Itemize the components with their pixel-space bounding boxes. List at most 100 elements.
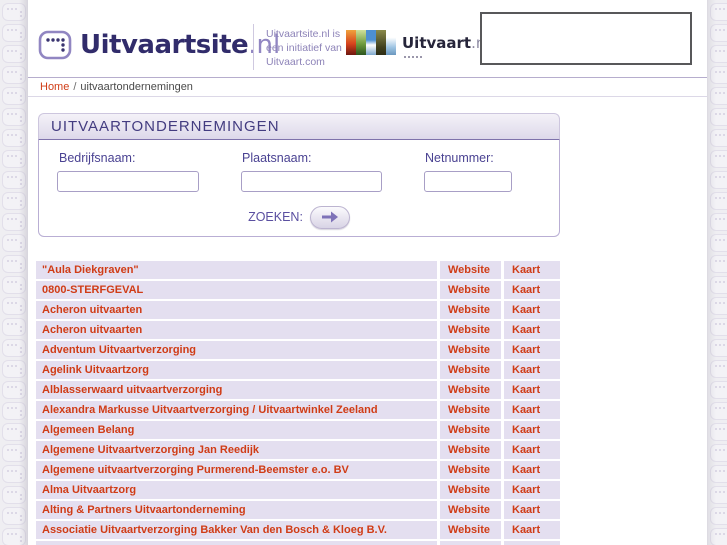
- company-row: Adventum Uitvaartverzorging Website Kaart: [36, 341, 560, 359]
- name-cell: Acheron uitvaarten: [36, 321, 437, 339]
- name-cell: Alblasserwaard uitvaartverzorging: [36, 381, 437, 399]
- pattern-tile: [710, 276, 727, 294]
- website-link[interactable]: Website: [448, 304, 490, 316]
- ad-banner-slot[interactable]: [480, 12, 692, 65]
- pattern-tile: [2, 129, 26, 147]
- website-link[interactable]: Website: [448, 424, 490, 436]
- pattern-tile: [710, 24, 727, 42]
- breadcrumb-separator: /: [73, 81, 77, 93]
- kaart-link[interactable]: Kaart: [512, 484, 540, 496]
- kaart-link[interactable]: Kaart: [512, 304, 540, 316]
- kaart-link[interactable]: Kaart: [512, 284, 540, 296]
- name-cell: Acheron uitvaarten: [36, 301, 437, 319]
- kaart-link[interactable]: Kaart: [512, 324, 540, 336]
- pattern-tile: [2, 360, 26, 378]
- website-link[interactable]: Website: [448, 524, 490, 536]
- company-name-link[interactable]: Acheron uitvaarten: [42, 324, 142, 336]
- company-row: Acheron uitvaarten Website Kaart: [36, 321, 560, 339]
- company-name-link[interactable]: Alting & Partners Uitvaartonderneming: [42, 504, 246, 516]
- website-cell: Website: [440, 461, 501, 479]
- kaart-cell: Kaart: [504, 301, 560, 319]
- name-cell: Alting & Partners Uitvaartonderneming: [36, 501, 437, 519]
- kaart-link[interactable]: Kaart: [512, 364, 540, 376]
- website-link[interactable]: Website: [448, 484, 490, 496]
- company-row: 0800-STERFGEVAL Website Kaart: [36, 281, 560, 299]
- kaart-cell: Kaart: [504, 461, 560, 479]
- breadcrumb-home-link[interactable]: Home: [40, 81, 69, 93]
- netnummer-input[interactable]: [424, 171, 512, 192]
- name-cell: 0800-STERFGEVAL: [36, 281, 437, 299]
- company-name-link[interactable]: Acheron uitvaarten: [42, 304, 142, 316]
- kaart-link[interactable]: Kaart: [512, 264, 540, 276]
- zoeken-label: ZOEKEN:: [248, 210, 303, 224]
- website-link[interactable]: Website: [448, 504, 490, 516]
- pattern-tile: [2, 87, 26, 105]
- pattern-tile: [710, 528, 727, 545]
- uitvaartsite-logo[interactable]: Uitvaartsite .nl: [38, 30, 280, 60]
- pattern-tile: [710, 318, 727, 336]
- kaart-link[interactable]: Kaart: [512, 404, 540, 416]
- company-row: Algemene uitvaartverzorging Purmerend-Be…: [36, 461, 560, 479]
- company-name-link[interactable]: Algemene Uitvaartverzorging Jan Reedijk: [42, 444, 259, 456]
- kaart-link[interactable]: Kaart: [512, 504, 540, 516]
- kaart-link[interactable]: Kaart: [512, 344, 540, 356]
- company-name-link[interactable]: 0800-STERFGEVAL: [42, 284, 143, 296]
- kaart-link[interactable]: Kaart: [512, 444, 540, 456]
- company-row: Algemene Uitvaartverzorging Jan Reedijk W…: [36, 441, 560, 459]
- company-name-link[interactable]: Algemeen Belang: [42, 424, 134, 436]
- pattern-tile: [2, 3, 26, 21]
- website-link[interactable]: Website: [448, 284, 490, 296]
- company-row: Alblasserwaard uitvaartverzorging Website…: [36, 381, 560, 399]
- pattern-tile: [710, 297, 727, 315]
- website-cell: Website: [440, 421, 501, 439]
- website-cell: Website: [440, 361, 501, 379]
- pattern-tile: [710, 87, 727, 105]
- kaart-link[interactable]: Kaart: [512, 464, 540, 476]
- kaart-link[interactable]: Kaart: [512, 524, 540, 536]
- website-cell: Website: [440, 401, 501, 419]
- kaart-link[interactable]: Kaart: [512, 424, 540, 436]
- kaart-cell: Kaart: [504, 501, 560, 519]
- name-cell: Associatie Uitvaartverzorging Bakker Van…: [36, 521, 437, 539]
- uitvaart-nl-logo[interactable]: Uitvaart.nl: [346, 30, 490, 58]
- company-name-link[interactable]: Alma Uitvaartzorg: [42, 484, 136, 496]
- initiative-line: Uitvaart.com: [266, 56, 325, 68]
- pattern-tile: [2, 507, 26, 525]
- pattern-tile: [710, 66, 727, 84]
- website-link[interactable]: Website: [448, 404, 490, 416]
- company-name-link[interactable]: Alblasserwaard uitvaartverzorging: [42, 384, 222, 396]
- kaart-link[interactable]: Kaart: [512, 384, 540, 396]
- pattern-tile: [710, 129, 727, 147]
- pattern-tile: [710, 486, 727, 504]
- website-link[interactable]: Website: [448, 264, 490, 276]
- company-name-link[interactable]: Algemene uitvaartverzorging Purmerend-Be…: [42, 464, 349, 476]
- pattern-tile: [710, 45, 727, 63]
- plaatsnaam-label: Plaatsnaam:: [242, 151, 312, 165]
- bedrijfsnaam-input[interactable]: [57, 171, 199, 192]
- pattern-tile: [2, 381, 26, 399]
- plaatsnaam-input[interactable]: [241, 171, 382, 192]
- website-link[interactable]: Website: [448, 384, 490, 396]
- company-name-link[interactable]: Agelink Uitvaartzorg: [42, 364, 149, 376]
- company-name-link[interactable]: Associatie Uitvaartverzorging Bakker Van…: [42, 524, 387, 536]
- pattern-tile: [2, 339, 26, 357]
- website-link[interactable]: Website: [448, 464, 490, 476]
- name-cell: [36, 541, 437, 545]
- pattern-tile: [2, 423, 26, 441]
- website-link[interactable]: Website: [448, 324, 490, 336]
- website-link[interactable]: Website: [448, 344, 490, 356]
- background-pattern-right: [707, 0, 727, 545]
- company-name-link[interactable]: Alexandra Markusse Uitvaartverzorging / …: [42, 404, 378, 416]
- pattern-tile: [2, 318, 26, 336]
- arrow-right-icon: [321, 211, 338, 223]
- company-name-link[interactable]: "Aula Diekgraven": [42, 264, 139, 276]
- company-name-link[interactable]: Adventum Uitvaartverzorging: [42, 344, 196, 356]
- pattern-tile: [2, 213, 26, 231]
- website-link[interactable]: Website: [448, 444, 490, 456]
- pattern-tile: [710, 171, 727, 189]
- pattern-tile: [2, 234, 26, 252]
- kaart-cell: Kaart: [504, 521, 560, 539]
- zoeken-submit-button[interactable]: [309, 205, 350, 229]
- website-link[interactable]: Website: [448, 364, 490, 376]
- website-cell: Website: [440, 341, 501, 359]
